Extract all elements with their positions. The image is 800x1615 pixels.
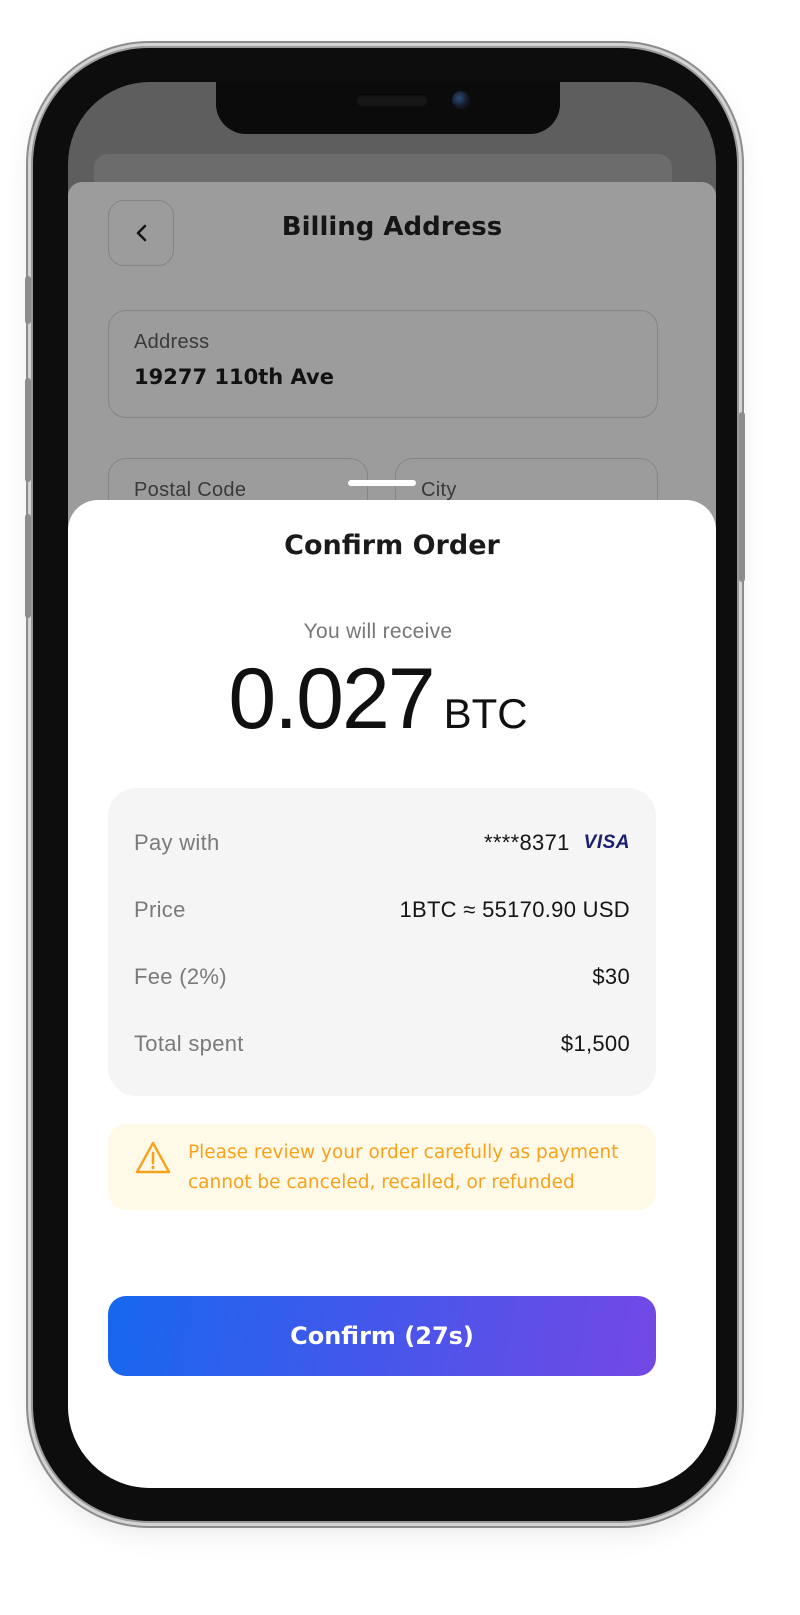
detail-label: Fee (2%) (134, 964, 227, 989)
earpiece-speaker (356, 94, 428, 106)
payment-method[interactable]: ****8371 VISA (484, 830, 630, 856)
visa-logo: VISA (583, 832, 630, 853)
detail-label: Pay with (134, 830, 220, 855)
warning-triangle-icon (135, 1141, 171, 1174)
detail-value: $30 (592, 964, 630, 989)
detail-row-price: Price 1BTC ≈ 55170.90 USD (134, 893, 630, 927)
receive-amount: 0.027 BTC (68, 650, 688, 749)
warning-banner: Please review your order carefully as pa… (108, 1124, 656, 1210)
warning-message: Please review your order carefully as pa… (188, 1142, 619, 1193)
address-value: 19277 110th Ave (134, 365, 334, 389)
page-title: Billing Address (281, 212, 503, 242)
order-details-card: Pay with ****8371 VISA Price 1BTC ≈ 5517… (108, 788, 656, 1096)
volume-up-button (25, 378, 31, 482)
detail-label: Total spent (134, 1031, 244, 1056)
detail-label: Price (134, 897, 186, 922)
confirm-order-sheet: Confirm Order You will receive 0.027 BTC … (68, 500, 716, 1488)
confirm-button[interactable]: Confirm (27s) (108, 1296, 656, 1376)
amount-value: 0.027 (228, 651, 435, 747)
volume-down-button (25, 514, 31, 618)
phone-screen: Billing Address Address 19277 110th Ave … (68, 82, 716, 1488)
address-label: Address (134, 331, 210, 353)
sheet-drag-handle[interactable] (348, 480, 416, 486)
detail-value: 1BTC ≈ 55170.90 USD (399, 897, 630, 922)
detail-row-pay-with: Pay with ****8371 VISA (134, 826, 630, 860)
card-number: ****8371 (484, 830, 570, 855)
front-camera (452, 91, 470, 109)
power-button (739, 412, 745, 582)
receive-label: You will receive (303, 620, 453, 643)
detail-value: $1,500 (560, 1031, 630, 1056)
mute-switch (25, 276, 31, 324)
amount-unit: BTC (443, 690, 528, 737)
city-label: City (421, 479, 457, 501)
sheet-title: Confirm Order (284, 530, 500, 561)
address-field[interactable]: Address 19277 110th Ave (108, 310, 658, 418)
notch (216, 82, 560, 134)
detail-row-total: Total spent $1,500 (134, 1027, 630, 1061)
postal-code-label: Postal Code (134, 479, 247, 501)
detail-row-fee: Fee (2%) $30 (134, 960, 630, 994)
